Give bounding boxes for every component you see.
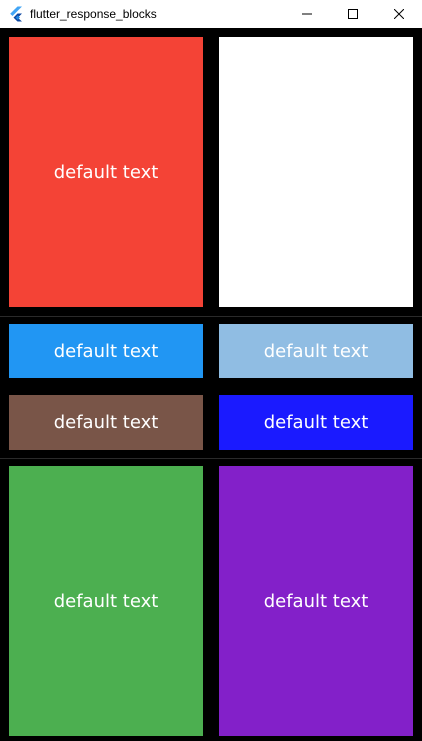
block-label: default text [53, 161, 159, 183]
block-label: default text [53, 340, 159, 362]
block-indigo: default text [219, 395, 413, 450]
close-button[interactable] [376, 0, 422, 28]
window-controls [284, 0, 422, 28]
minimize-icon [302, 13, 312, 15]
title-bar[interactable]: flutter_response_blocks [0, 0, 422, 28]
maximize-icon [348, 9, 358, 19]
block-label: default text [53, 412, 159, 433]
minimize-button[interactable] [284, 0, 330, 28]
block-light-blue: default text [219, 324, 413, 378]
block-white [219, 37, 413, 307]
app-content: default text default text default text d… [0, 28, 422, 741]
block-green: default text [9, 466, 203, 736]
maximize-button[interactable] [330, 0, 376, 28]
flutter-logo-icon [10, 6, 22, 22]
block-purple: default text [219, 466, 413, 736]
window-title: flutter_response_blocks [30, 7, 157, 21]
close-icon [394, 9, 404, 19]
divider [0, 316, 422, 317]
block-label: default text [53, 590, 159, 612]
block-brown: default text [9, 395, 203, 450]
block-red: default text [9, 37, 203, 307]
block-label: default text [263, 590, 369, 612]
block-label: default text [263, 340, 369, 362]
divider [0, 458, 422, 459]
block-label: default text [263, 412, 369, 433]
block-blue: default text [9, 324, 203, 378]
